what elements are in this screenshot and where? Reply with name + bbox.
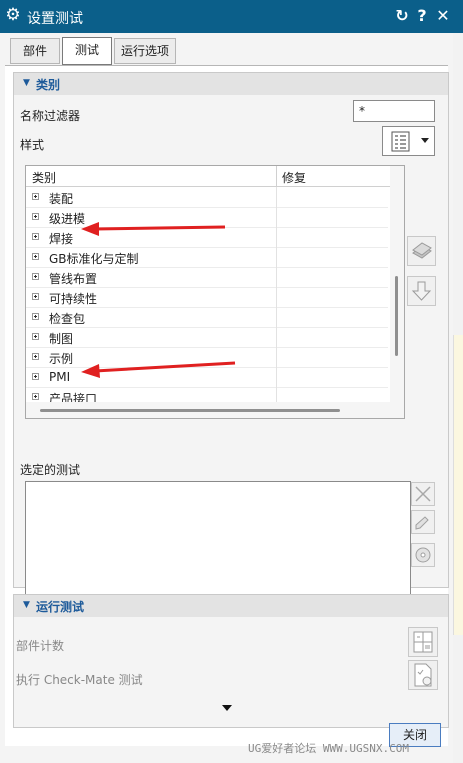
tree-row[interactable]: 可持续性 xyxy=(26,287,388,308)
calculator-icon xyxy=(413,631,433,653)
tree-row[interactable]: 检查包 xyxy=(26,307,388,328)
expand-icon[interactable] xyxy=(32,213,39,220)
disc-icon xyxy=(415,547,431,563)
expand-icon[interactable] xyxy=(32,393,39,400)
expand-icon[interactable] xyxy=(32,193,39,200)
remove-button[interactable] xyxy=(411,482,435,506)
watermark: UG爱好者论坛 WWW.UGSNX.COM xyxy=(248,742,409,755)
background-strip xyxy=(453,33,463,763)
gear-icon[interactable]: ⚙ xyxy=(4,6,22,24)
title-bar: ⚙ 设置测试 ↻ ? ✕ xyxy=(0,0,463,33)
settings-button[interactable] xyxy=(411,543,435,567)
tree-row-label: 装配 xyxy=(49,192,74,206)
annotation-arrow xyxy=(81,222,226,236)
tree-row-label: 管线布置 xyxy=(49,272,98,286)
edit-button[interactable] xyxy=(411,510,435,534)
tree-row-label: PMI xyxy=(49,370,71,384)
part-count-button[interactable] xyxy=(408,627,438,657)
tab-panel: ▼ 类别 名称过滤器 * 样式 类别 修复 装配 级进模 焊接 GB标准化与定制… xyxy=(5,65,449,746)
expand-icon[interactable] xyxy=(32,333,39,340)
run-test-group-title: 运行测试 xyxy=(36,600,85,614)
category-group-header[interactable]: ▼ 类别 xyxy=(14,73,448,95)
expand-icon[interactable] xyxy=(32,353,39,360)
document-check-icon xyxy=(414,663,432,687)
column-category[interactable]: 类别 xyxy=(32,169,56,186)
close-icon[interactable]: ✕ xyxy=(434,6,452,26)
tree-row[interactable]: 装配 xyxy=(26,187,388,208)
selected-tests-label: 选定的测试 xyxy=(20,463,81,477)
tree-header: 类别 修复 xyxy=(26,166,390,187)
list-style-icon xyxy=(391,131,429,152)
expand-more-icon[interactable] xyxy=(221,704,233,712)
collapse-triangle-icon[interactable]: ▼ xyxy=(23,600,30,610)
run-checkmate-label: 执行 Check-Mate 测试 xyxy=(16,673,143,687)
chevron-down-icon xyxy=(421,138,429,143)
dialog-body: 部件 测试 运行选项 ▼ 类别 名称过滤器 * 样式 类别 修复 装配 级进模 … xyxy=(0,33,453,763)
move-down-button[interactable] xyxy=(407,276,436,306)
pen-icon xyxy=(415,516,429,530)
tree-row-label: 示例 xyxy=(49,352,74,366)
expand-icon[interactable] xyxy=(32,253,39,260)
expand-icon[interactable] xyxy=(32,373,39,380)
refresh-icon[interactable]: ↻ xyxy=(393,6,411,26)
column-repair[interactable]: 修复 xyxy=(282,169,306,186)
part-count-label: 部件计数 xyxy=(16,639,65,653)
help-button[interactable]: ? xyxy=(413,6,431,26)
tree-row[interactable]: 制图 xyxy=(26,327,388,348)
category-tree[interactable]: 类别 修复 装配 级进模 焊接 GB标准化与定制 管线布置 可持续性 检查包 制… xyxy=(25,165,405,419)
tree-row[interactable]: 管线布置 xyxy=(26,267,388,288)
expand-icon[interactable] xyxy=(32,273,39,280)
name-filter-input[interactable]: * xyxy=(353,100,435,122)
tree-row-label: 制图 xyxy=(49,332,74,346)
tab-test[interactable]: 测试 xyxy=(62,37,112,65)
category-group: ▼ 类别 名称过滤器 * 样式 类别 修复 装配 级进模 焊接 GB标准化与定制… xyxy=(13,72,449,612)
expand-icon[interactable] xyxy=(32,293,39,300)
tab-part[interactable]: 部件 xyxy=(10,38,60,64)
name-filter-label: 名称过滤器 xyxy=(20,109,81,123)
x-icon xyxy=(415,486,431,502)
run-test-group-header[interactable]: ▼ 运行测试 xyxy=(14,595,448,617)
tree-row-label: 焊接 xyxy=(49,232,74,246)
window-title: 设置测试 xyxy=(27,11,83,27)
tab-run-options[interactable]: 运行选项 xyxy=(114,38,176,64)
tree-vertical-scrollbar[interactable] xyxy=(390,166,404,418)
tree-row-label: 可持续性 xyxy=(49,292,98,306)
expand-icon[interactable] xyxy=(32,313,39,320)
book-stack-icon xyxy=(412,242,432,259)
tree-row[interactable]: GB标准化与定制 xyxy=(26,247,388,268)
style-dropdown[interactable] xyxy=(382,126,435,156)
tree-row-label: 检查包 xyxy=(49,312,86,326)
selected-tests-list[interactable] xyxy=(25,481,411,612)
arrow-down-icon xyxy=(411,281,432,301)
add-to-selection-button[interactable] xyxy=(407,236,436,266)
annotation-arrow xyxy=(81,361,236,378)
tree-row-label: GB标准化与定制 xyxy=(49,252,139,266)
expand-icon[interactable] xyxy=(32,233,39,240)
category-group-title: 类别 xyxy=(36,78,61,92)
collapse-triangle-icon[interactable]: ▼ xyxy=(23,78,30,88)
run-checkmate-button[interactable] xyxy=(408,660,438,690)
style-label: 样式 xyxy=(20,138,45,152)
tree-horizontal-scrollbar[interactable] xyxy=(26,402,390,418)
